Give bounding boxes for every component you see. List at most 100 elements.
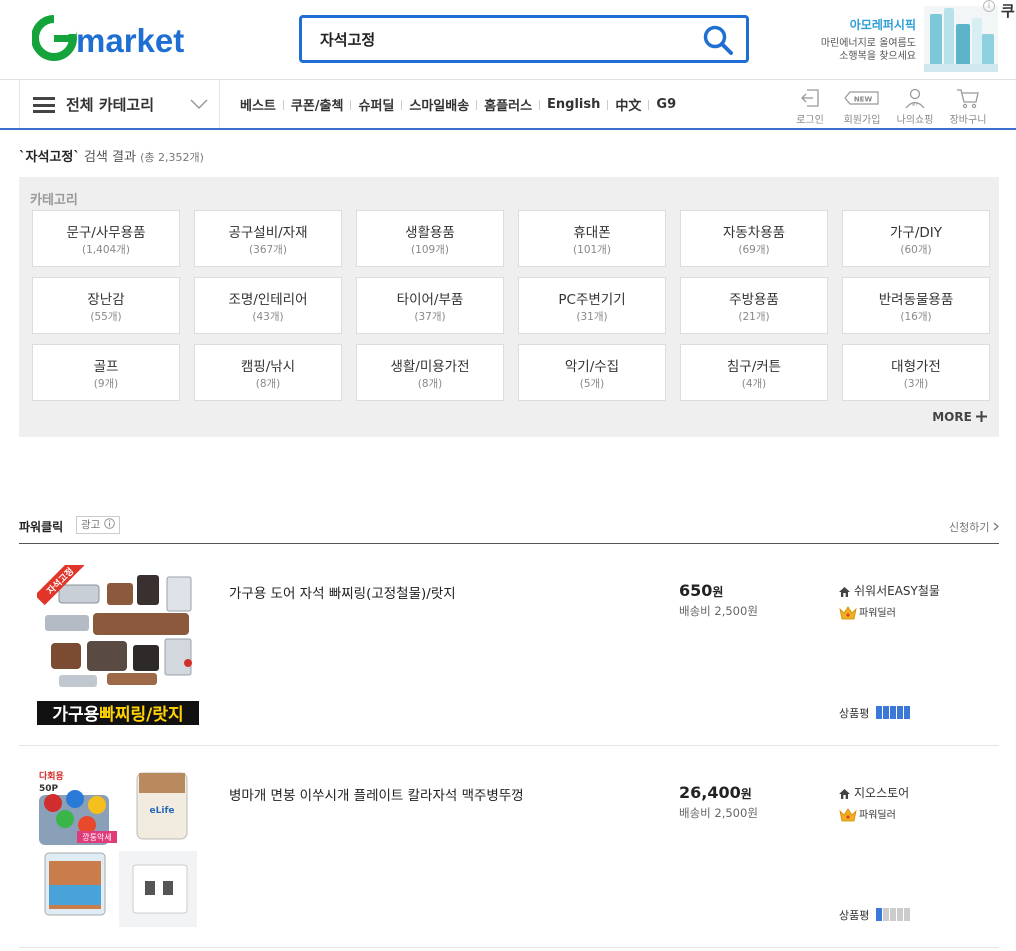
promo-title: 아모레퍼시픽 [849, 18, 916, 32]
category-item[interactable]: 타이어/부품 (37개) [356, 277, 504, 334]
thumb-label-50p: 50P [39, 784, 59, 794]
search-box [299, 15, 749, 63]
category-name: 타이어/부품 [396, 292, 464, 308]
all-categories-button[interactable]: 전체 카테고리 [20, 80, 220, 128]
search-icon[interactable] [702, 24, 734, 56]
menu-g9[interactable]: G9 [656, 97, 676, 112]
search-result-heading: `자석고정` 검색 결과 (총 2,352개) [19, 146, 204, 165]
login-button[interactable]: 로그인 [785, 87, 835, 126]
rating-bar [896, 706, 903, 719]
my-badge: MY [912, 102, 919, 108]
my-icon: MY [905, 88, 925, 109]
category-item[interactable]: 휴대폰 (101개) [518, 210, 666, 267]
menu-chinese[interactable]: 中文 [615, 95, 641, 114]
category-item[interactable]: 대형가전 (3개) [842, 344, 990, 401]
category-item[interactable]: 자동차용품 (69개) [680, 210, 828, 267]
seller-link[interactable]: 지오스토어 [839, 784, 909, 801]
category-count: (109개) [411, 244, 449, 256]
ad-badge[interactable]: 광고 [76, 516, 120, 534]
category-item[interactable]: 주방용품 (21개) [680, 277, 828, 334]
promo-subtitle: 소행복을 찾으세요 [839, 51, 916, 62]
category-name: 생활용품 [405, 225, 455, 241]
signup-button[interactable]: NEW 회원가입 [837, 87, 887, 126]
thumb-label-elife: eLife [150, 806, 175, 816]
category-item[interactable]: 악기/수집 (5개) [518, 344, 666, 401]
promo-banner[interactable]: 아모레퍼시픽 마린에너지로 올여름도 소행복을 찾으세요 [821, 6, 998, 72]
result-keyword: `자석고정` [19, 150, 80, 165]
corner-text[interactable]: 쿠 [1001, 0, 1015, 21]
category-name: 자동차용품 [722, 225, 786, 241]
rating-label: 상품평 [839, 909, 870, 922]
category-item[interactable]: 생활용품 (109개) [356, 210, 504, 267]
menu-superdeal[interactable]: 슈퍼딜 [358, 95, 394, 114]
category-name: 골프 [93, 359, 119, 375]
category-item[interactable]: 골프 (9개) [32, 344, 180, 401]
category-panel-title: 카테고리 [30, 193, 78, 208]
category-item[interactable]: 반려동물용품 (16개) [842, 277, 990, 334]
category-item[interactable]: 장난감 (55개) [32, 277, 180, 334]
category-item[interactable]: 가구/DIY (60개) [842, 210, 990, 267]
category-item[interactable]: 공구설비/자재 (367개) [194, 210, 342, 267]
category-item[interactable]: 문구/사무용품 (1,404개) [32, 210, 180, 267]
category-name: 문구/사무용품 [66, 225, 146, 241]
rating-bars [875, 706, 911, 722]
category-item[interactable]: PC주변기기 (31개) [518, 277, 666, 334]
chevron-down-icon [190, 99, 208, 110]
info-icon [103, 518, 115, 529]
home-icon [839, 586, 850, 597]
hamburger-icon [33, 97, 55, 113]
apply-link[interactable]: 신청하기 [949, 519, 999, 535]
rating-bar [882, 908, 889, 921]
menu-english[interactable]: English [547, 97, 600, 112]
cart-button[interactable]: 장바구니 [943, 87, 993, 126]
category-count: (5개) [579, 378, 605, 390]
menu-homeplus[interactable]: 홈플러스 [484, 95, 532, 114]
thumb-caption-white: 가구용 [52, 705, 99, 725]
my-shopping-button[interactable]: MY 나의쇼핑 [890, 87, 940, 126]
plus-icon [976, 411, 987, 422]
category-count: (101개) [573, 244, 611, 256]
category-name: 대형가전 [891, 359, 941, 375]
product-rating[interactable]: 상품평 [839, 907, 911, 924]
category-count: (367개) [249, 244, 287, 256]
product-price: 650원 [679, 581, 723, 600]
thumb-label-multi: 다회용 [39, 770, 64, 782]
more-categories-button[interactable]: MORE [932, 410, 987, 424]
rating-bar [882, 706, 889, 719]
category-name: 캠핑/낚시 [240, 359, 296, 375]
category-name: 침구/커튼 [726, 359, 782, 375]
menu-coupon[interactable]: 쿠폰/출첵 [291, 95, 344, 114]
category-item[interactable]: 캠핑/낚시 (8개) [194, 344, 342, 401]
category-count: (1,404개) [82, 244, 130, 256]
category-count: (37개) [414, 311, 446, 323]
header: market 아모레퍼시픽 마린에너지로 올여름도 소행복을 찾으세요 [0, 0, 1016, 80]
category-item[interactable]: 침구/커튼 (4개) [680, 344, 828, 401]
promo-product-image [924, 6, 998, 72]
category-item[interactable]: 생활/미용가전 (8개) [356, 344, 504, 401]
seller-link[interactable]: 쉬워서EASY철물 [839, 582, 940, 599]
product-title[interactable]: 병마개 면봉 이쑤시개 플레이트 칼라자석 맥주병뚜껑 [229, 784, 524, 804]
signup-label: 회원가입 [843, 115, 881, 126]
gmarket-logo[interactable]: market [32, 14, 214, 62]
rating-bar [875, 908, 882, 921]
rating-bar [889, 706, 896, 719]
category-name: 공구설비/자재 [228, 225, 308, 241]
apply-label: 신청하기 [949, 521, 990, 534]
badge-label: 파워딜러 [859, 608, 896, 619]
category-item[interactable]: 조명/인테리어 (43개) [194, 277, 342, 334]
search-input[interactable] [320, 27, 680, 51]
product-title[interactable]: 가구용 도어 자석 빠찌링(고정철물)/랏지 [229, 582, 456, 602]
category-name: PC주변기기 [558, 292, 626, 308]
power-click-title: 파워클릭 [19, 520, 64, 534]
product-price: 26,400원 [679, 783, 752, 802]
menu-best[interactable]: 베스트 [240, 95, 276, 114]
rating-bar [889, 908, 896, 921]
category-name: 악기/수집 [564, 359, 620, 375]
home-icon [839, 788, 850, 799]
ad-info-icon[interactable]: i [983, 0, 995, 12]
product-thumbnail[interactable]: 자석고정 가구용빠찌링/랏지 [37, 565, 199, 725]
menu-smile-delivery[interactable]: 스마일배송 [409, 95, 469, 114]
product-thumbnail[interactable]: 다회용 50P 깡통악세 eLife [37, 767, 199, 927]
rating-bar [896, 908, 903, 921]
product-rating[interactable]: 상품평 [839, 705, 911, 722]
